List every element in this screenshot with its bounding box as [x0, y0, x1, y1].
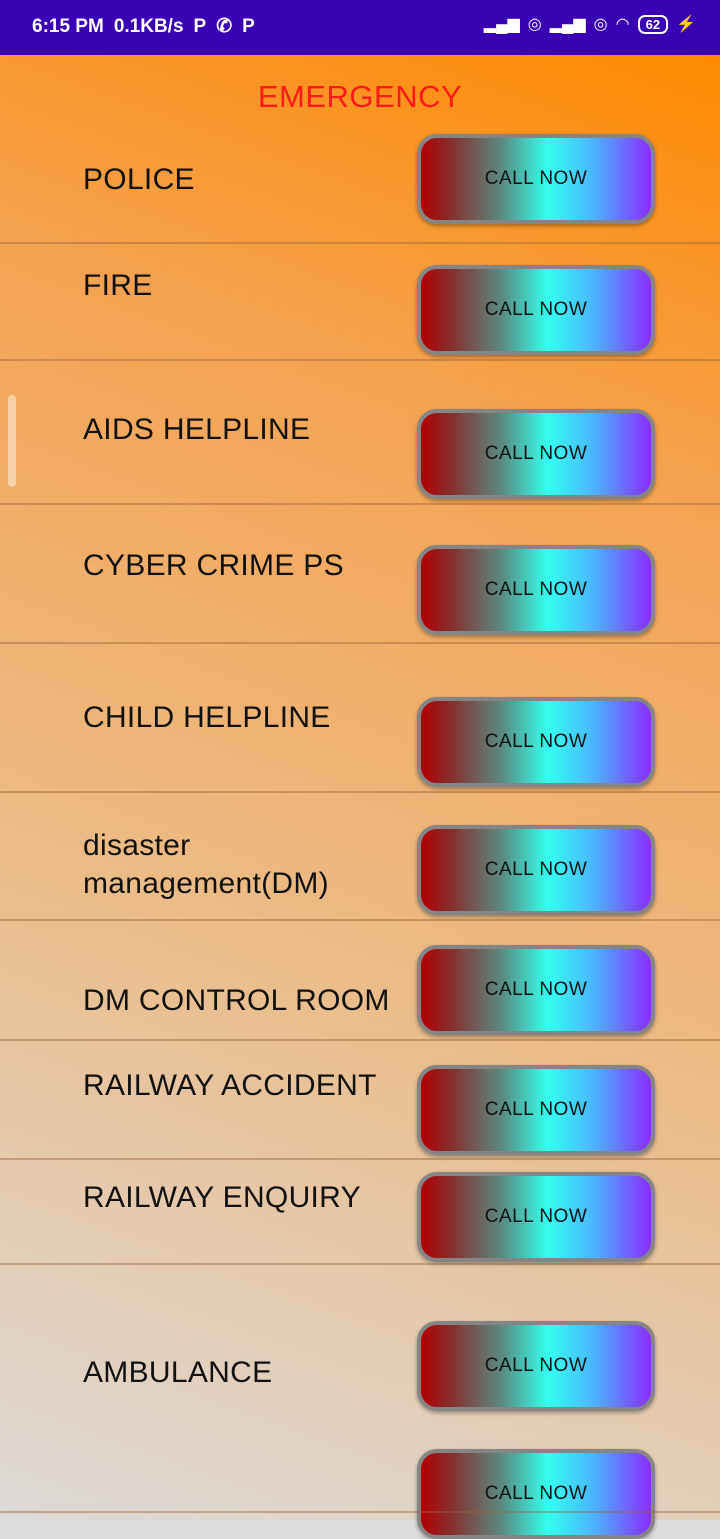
call-now-button-railway-enquiry[interactable]: CALL NOW — [417, 1172, 655, 1262]
call-now-label: CALL NOW — [484, 579, 588, 600]
call-now-label: CALL NOW — [484, 443, 588, 464]
item-label-railway-enquiry: RAILWAY ENQUIRY — [83, 1181, 361, 1214]
call-now-button-child-helpline[interactable]: CALL NOW — [417, 697, 655, 787]
divider — [0, 242, 720, 244]
divider — [0, 919, 720, 921]
call-now-button-cyber-crime[interactable]: CALL NOW — [417, 545, 655, 635]
call-now-label: CALL NOW — [484, 979, 588, 1000]
divider — [0, 1511, 720, 1513]
item-label-disaster: disaster — [83, 829, 191, 862]
divider — [0, 1158, 720, 1160]
call-now-label: CALL NOW — [484, 168, 588, 189]
signal-icon: ▂▄▆ — [483, 16, 520, 33]
call-now-label: CALL NOW — [484, 731, 588, 752]
call-now-label: CALL NOW — [484, 1355, 588, 1376]
item-label-aids-helpline: AIDS HELPLINE — [83, 413, 311, 446]
status-time: 6:15 PM — [32, 15, 104, 37]
wifi-icon: ◠ — [615, 16, 630, 33]
status-bar: 6:15 PM 0.1KB/s P ✆ P ▂▄▆ ◎ ▂▄▆ ◎ ◠ 62 ⚡ — [0, 0, 720, 55]
call-now-button-police[interactable]: CALL NOW — [417, 134, 655, 224]
call-now-label: CALL NOW — [484, 1483, 588, 1504]
item-label-police: POLICE — [83, 163, 195, 196]
hotspot-icon-2: ◎ — [593, 16, 608, 33]
call-now-button-aids-helpline[interactable]: CALL NOW — [417, 409, 655, 499]
whatsapp-icon: ✆ — [216, 16, 233, 37]
emergency-list-screen[interactable]: EMERGENCY POLICE CALL NOW FIRE CALL NOW … — [0, 55, 720, 1539]
call-now-label: CALL NOW — [484, 299, 588, 320]
divider — [0, 1039, 720, 1041]
hotspot-icon: ◎ — [527, 16, 542, 33]
page-title: EMERGENCY — [257, 79, 463, 114]
status-right: ▂▄▆ ◎ ▂▄▆ ◎ ◠ 62 ⚡ — [484, 14, 696, 34]
call-now-button-next[interactable]: CALL NOW — [417, 1449, 655, 1539]
call-now-button-railway-accident[interactable]: CALL NOW — [417, 1065, 655, 1155]
signal-icon-2: ▂▄▆ — [549, 16, 586, 33]
call-now-label: CALL NOW — [484, 1206, 588, 1227]
item-label-cyber-crime: CYBER CRIME PS — [83, 549, 344, 582]
call-now-label: CALL NOW — [484, 859, 588, 880]
paytm-icon-2: P — [242, 15, 255, 37]
item-label-railway-accident: RAILWAY ACCIDENT — [83, 1069, 377, 1102]
call-now-button-dm-control-room[interactable]: CALL NOW — [417, 945, 655, 1035]
item-label-dm-control-room: DM CONTROL ROOM — [83, 984, 390, 1017]
battery-icon: 62 — [637, 14, 669, 34]
call-now-button-disaster-management[interactable]: CALL NOW — [417, 825, 655, 915]
call-now-label: CALL NOW — [484, 1099, 588, 1120]
divider — [0, 1263, 720, 1265]
status-left: 6:15 PM 0.1KB/s P ✆ P — [32, 15, 255, 38]
divider — [0, 642, 720, 644]
divider — [0, 791, 720, 793]
divider — [0, 503, 720, 505]
divider — [0, 359, 720, 361]
paytm-icon: P — [193, 15, 207, 37]
item-label-ambulance: AMBULANCE — [83, 1356, 273, 1389]
charging-icon: ⚡ — [676, 16, 696, 33]
item-label-fire: FIRE — [83, 269, 153, 302]
item-label-child-helpline: CHILD HELPLINE — [83, 701, 331, 734]
call-now-button-ambulance[interactable]: CALL NOW — [417, 1321, 655, 1411]
item-label-disaster-management: management(DM) — [83, 867, 329, 900]
scrollbar[interactable] — [8, 395, 16, 487]
call-now-button-fire[interactable]: CALL NOW — [417, 265, 655, 355]
network-speed: 0.1KB/s — [113, 15, 184, 37]
